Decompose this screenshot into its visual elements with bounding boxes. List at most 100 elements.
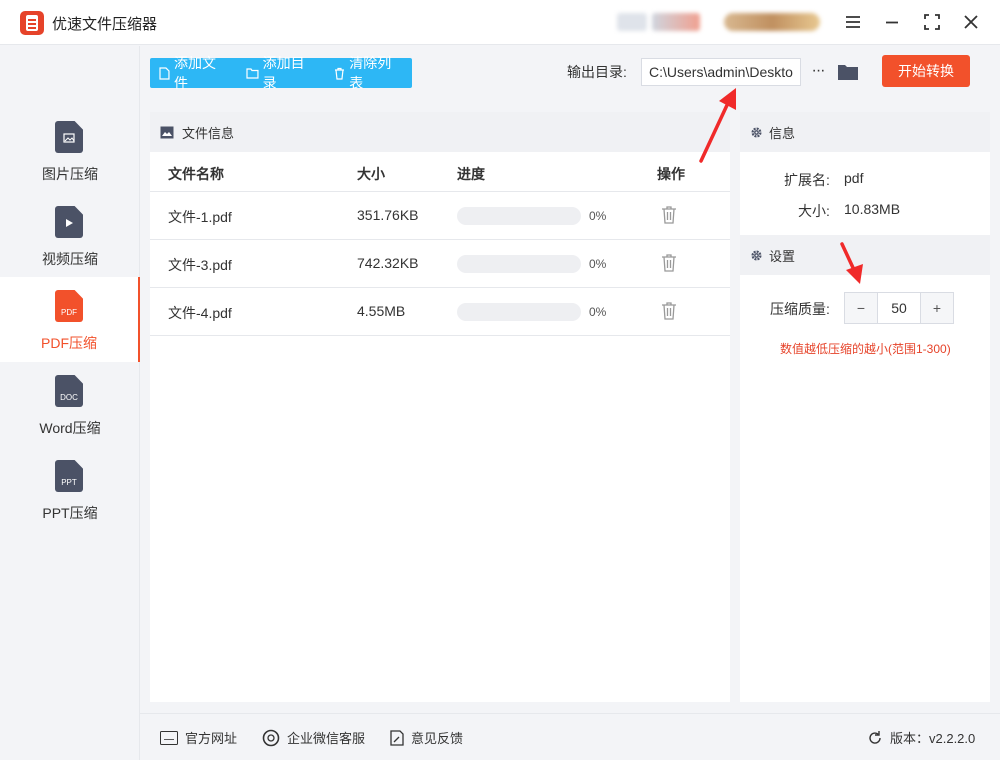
app-logo-icon [20, 11, 44, 35]
file-info-panel: 文件信息 文件名称 大小 进度 操作 文件-1.pdf 351.76KB 0% … [150, 112, 730, 702]
ppt-badge: PPT [61, 478, 77, 487]
delete-trash-icon[interactable] [660, 205, 678, 225]
website-icon [160, 730, 178, 745]
file-toolbar: 添加文件 添加目录 清除列表 [150, 55, 412, 91]
add-directory-label: 添加目录 [262, 55, 305, 91]
gear-icon [751, 126, 762, 138]
title-bar: 优速文件压缩器 [0, 0, 1000, 45]
settings-title: 设置 [769, 248, 796, 264]
ppt-file-icon: PPT [55, 460, 83, 492]
doc-badge: DOC [60, 393, 78, 402]
sidebar-item-label: 图片压缩 [42, 166, 98, 182]
app-title: 优速文件压缩器 [52, 16, 158, 33]
quality-input[interactable]: 50 [877, 293, 921, 323]
file-size: 742.32KB [357, 255, 419, 271]
sidebar-item-label: Word压缩 [39, 420, 101, 436]
sidebar-item-video[interactable]: 视频压缩 [0, 193, 140, 278]
quality-decrease-button[interactable]: − [845, 293, 877, 323]
menu-icon[interactable] [841, 10, 865, 34]
image-icon [160, 126, 174, 138]
video-file-icon [55, 206, 83, 238]
file-icon [159, 66, 170, 80]
user-avatar-blurred [724, 13, 820, 31]
user-info-blurred [617, 13, 647, 31]
delete-trash-icon[interactable] [660, 301, 678, 321]
progress-percent: 0% [589, 257, 607, 271]
progress-percent: 0% [589, 305, 607, 319]
output-dir-label: 输出目录: [567, 64, 627, 80]
right-panel: 信息 扩展名: pdf 大小: 10.83MB 设置 压缩质量: − 50 + … [740, 112, 990, 702]
progress-bar [457, 255, 581, 273]
progress-percent: 0% [589, 209, 607, 223]
gear-icon [751, 249, 762, 261]
start-convert-button[interactable]: 开始转换 [882, 55, 970, 87]
sidebar-item-word[interactable]: DOC Word压缩 [0, 362, 140, 447]
feedback-link[interactable]: 意见反馈 [390, 728, 463, 747]
feedback-icon [390, 729, 404, 746]
extension-value: pdf [844, 170, 864, 186]
quality-increase-button[interactable]: + [921, 293, 953, 323]
browse-more-button[interactable]: ··· [807, 58, 829, 86]
column-header-name: 文件名称 [168, 166, 224, 182]
pdf-file-icon: PDF [55, 290, 83, 322]
sidebar-item-ppt[interactable]: PPT PPT压缩 [0, 447, 140, 532]
progress-bar [457, 207, 581, 225]
quality-stepper: − 50 + [844, 292, 954, 324]
pdf-badge: PDF [61, 308, 77, 317]
maximize-icon[interactable] [920, 10, 944, 34]
progress-bar [457, 303, 581, 321]
add-file-label: 添加文件 [173, 55, 216, 91]
trash-icon [335, 67, 345, 80]
info-title: 信息 [769, 125, 796, 141]
delete-trash-icon[interactable] [660, 253, 678, 273]
sidebar: 图片压缩 视频压缩 PDF PDF压缩 DOC Word压缩 PPT PPT压缩 [0, 46, 140, 760]
file-name: 文件-4.pdf [168, 305, 232, 321]
footer: 官方网址 企业微信客服 意见反馈 版本：v2.2.2.0 [140, 713, 1000, 760]
clear-list-label: 清除列表 [349, 55, 392, 91]
doc-file-icon: DOC [55, 375, 83, 407]
minimize-icon[interactable] [880, 10, 904, 34]
table-row[interactable]: 文件-1.pdf 351.76KB 0% [150, 192, 730, 240]
version-label: 版本：v2.2.2.0 [890, 731, 976, 746]
close-icon[interactable] [959, 10, 983, 34]
version-info[interactable]: 版本：v2.2.2.0 [867, 728, 975, 747]
add-file-button[interactable]: 添加文件 [150, 55, 237, 91]
add-directory-button[interactable]: 添加目录 [237, 55, 326, 91]
sidebar-item-image[interactable]: 图片压缩 [0, 108, 140, 193]
wechat-icon [262, 729, 280, 746]
size-label: 大小: [798, 203, 830, 219]
size-value: 10.83MB [844, 201, 901, 217]
file-size: 4.55MB [357, 303, 406, 319]
sidebar-item-pdf[interactable]: PDF PDF压缩 [0, 277, 140, 362]
sidebar-item-label: PDF压缩 [41, 335, 97, 351]
open-folder-icon[interactable] [836, 60, 860, 84]
user-info-blurred [652, 13, 700, 31]
website-label: 官方网址 [185, 731, 238, 746]
info-header: 信息 [740, 112, 990, 152]
file-size: 351.76KB [357, 207, 419, 223]
output-dir-input[interactable]: C:\Users\admin\Deskto [641, 58, 801, 86]
sidebar-item-label: 视频压缩 [42, 251, 98, 267]
folder-icon [246, 68, 259, 79]
column-header-progress: 进度 [457, 166, 485, 182]
table-row[interactable]: 文件-3.pdf 742.32KB 0% [150, 240, 730, 288]
settings-header: 设置 [740, 235, 990, 275]
file-name: 文件-1.pdf [168, 209, 232, 225]
column-header-size: 大小 [357, 166, 385, 182]
wechat-label: 企业微信客服 [287, 731, 366, 746]
file-info-title: 文件信息 [182, 125, 235, 141]
file-info-header: 文件信息 [150, 112, 730, 152]
column-header-action: 操作 [657, 166, 685, 182]
feedback-label: 意见反馈 [411, 731, 464, 746]
wechat-service-link[interactable]: 企业微信客服 [262, 728, 365, 747]
refresh-icon [869, 730, 881, 744]
clear-list-button[interactable]: 清除列表 [325, 55, 412, 91]
official-website-link[interactable]: 官方网址 [160, 728, 237, 747]
table-header: 文件名称 大小 进度 操作 [150, 152, 730, 192]
image-file-icon [55, 121, 83, 153]
extension-label: 扩展名: [784, 172, 830, 188]
file-name: 文件-3.pdf [168, 257, 232, 273]
table-row[interactable]: 文件-4.pdf 4.55MB 0% [150, 288, 730, 336]
quality-label: 压缩质量: [770, 301, 830, 317]
quality-hint: 数值越低压缩的越小(范围1-300) [780, 342, 951, 356]
